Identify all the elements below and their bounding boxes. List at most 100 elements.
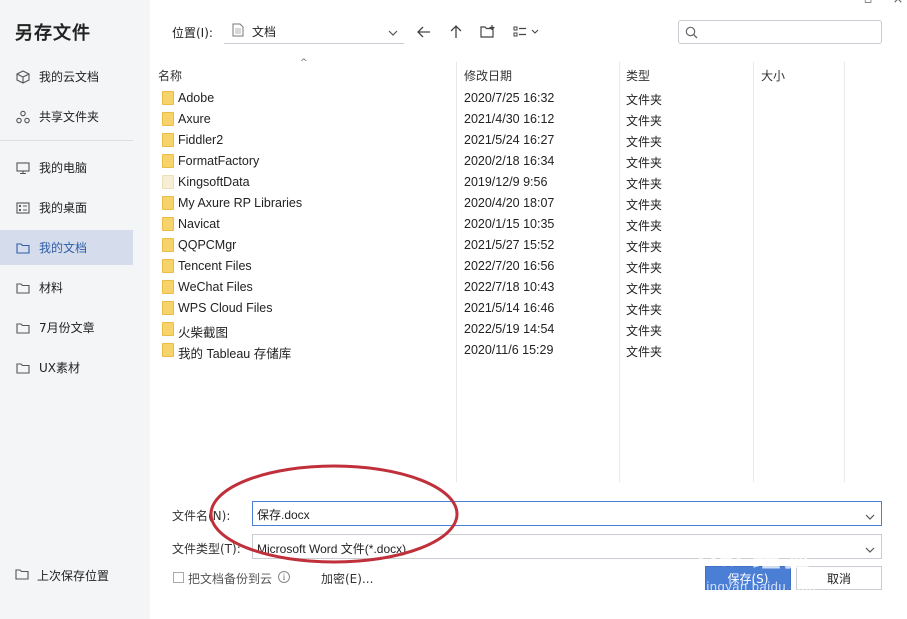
table-row[interactable]: FormatFactory 2020/2/18 16:34 文件夹 <box>158 150 838 171</box>
column-header-type[interactable]: 类型 <box>626 67 650 84</box>
backup-checkbox[interactable] <box>173 572 184 583</box>
sidebar-item-desktop[interactable]: 我的桌面 <box>0 190 133 225</box>
table-row[interactable]: Axure 2021/4/30 16:12 文件夹 <box>158 108 838 129</box>
sidebar-item-label: 我的电脑 <box>39 161 88 175</box>
file-type: 文件夹 <box>626 261 663 275</box>
file-name: Navicat <box>178 217 220 231</box>
folder-icon <box>162 133 174 147</box>
column-header-size[interactable]: 大小 <box>761 67 785 84</box>
file-date: 2020/2/18 16:34 <box>464 154 555 168</box>
file-date: 2022/7/18 10:43 <box>464 280 555 294</box>
cube-icon <box>15 69 31 85</box>
file-list[interactable]: 名称 ^ 修改日期 类型 大小 Adobe 2020/7/25 16:32 文件夹 A… <box>150 58 845 482</box>
up-arrow-icon[interactable] <box>446 22 466 42</box>
table-row[interactable]: KingsoftData 2019/12/9 9:56 文件夹 <box>158 171 838 192</box>
sidebar-item-my-computer[interactable]: 我的电脑 <box>0 150 133 185</box>
table-row[interactable]: Fiddler2 2021/5/24 16:27 文件夹 <box>158 129 838 150</box>
sidebar-item-label: 材料 <box>39 281 64 295</box>
file-type: 文件夹 <box>626 219 663 233</box>
monitor-icon <box>15 160 31 176</box>
new-folder-icon[interactable] <box>478 22 498 42</box>
dialog-title: 另存文件 <box>15 23 91 44</box>
location-value: 文档 <box>252 25 277 39</box>
filetype-dropdown[interactable]: Microsoft Word 文件(*.docx) <box>252 534 882 559</box>
filename-label: 文件名(N): <box>172 509 231 523</box>
location-dropdown[interactable]: 文档 <box>224 20 404 44</box>
folder-icon <box>15 567 29 584</box>
table-row[interactable]: My Axure RP Libraries 2020/4/20 18:07 文件夹 <box>158 192 838 213</box>
view-options-icon[interactable] <box>512 22 544 42</box>
close-icon[interactable]: × <box>892 0 904 6</box>
folder-icon <box>15 360 31 376</box>
file-type: 文件夹 <box>626 345 663 359</box>
desktop-icon <box>15 200 31 216</box>
document-icon <box>232 23 244 40</box>
file-date: 2020/4/20 18:07 <box>464 196 555 210</box>
encrypt-link[interactable]: 加密(E)... <box>321 570 373 587</box>
sidebar-item-materials[interactable]: 材料 <box>0 270 133 305</box>
table-row[interactable]: WeChat Files 2022/7/18 10:43 文件夹 <box>158 276 838 297</box>
chevron-down-icon[interactable] <box>865 510 875 524</box>
minimize-icon[interactable]: ▫ <box>862 0 874 6</box>
folder-icon <box>162 91 174 105</box>
folder-icon <box>162 280 174 294</box>
file-type: 文件夹 <box>626 324 663 338</box>
file-type: 文件夹 <box>626 114 663 128</box>
search-box[interactable] <box>678 20 882 44</box>
backup-label: 把文档备份到云 <box>188 572 273 586</box>
folder-icon <box>15 320 31 336</box>
column-header-date[interactable]: 修改日期 <box>464 67 512 84</box>
file-type: 文件夹 <box>626 282 663 296</box>
folder-icon <box>15 240 31 256</box>
file-date: 2020/7/25 16:32 <box>464 91 555 105</box>
info-icon[interactable]: i <box>278 571 290 583</box>
file-date: 2019/12/9 9:56 <box>464 175 548 189</box>
file-name: 我的 Tableau 存储库 <box>178 347 292 361</box>
search-icon <box>685 26 698 39</box>
folder-icon <box>162 343 174 357</box>
divider <box>0 140 133 141</box>
last-save-location[interactable]: 上次保存位置 <box>15 567 109 584</box>
column-header-name[interactable]: 名称 <box>158 67 182 84</box>
sidebar-item-ux-assets[interactable]: UX素材 <box>0 350 133 385</box>
search-input[interactable] <box>703 23 875 41</box>
table-row[interactable]: WPS Cloud Files 2021/5/14 16:46 文件夹 <box>158 297 838 318</box>
folder-icon <box>162 259 174 273</box>
sidebar: 另存文件 我的云文档 共享文件夹 我的电脑 我的桌面 我的文档 材料 7月份文章… <box>0 0 150 619</box>
file-date: 2021/5/14 16:46 <box>464 301 555 315</box>
sidebar-item-label: UX素材 <box>39 361 81 375</box>
share-nodes-icon <box>15 109 31 125</box>
folder-icon <box>162 238 174 252</box>
table-row[interactable]: Tencent Files 2022/7/20 16:56 文件夹 <box>158 255 838 276</box>
file-name: QQPCMgr <box>178 238 237 252</box>
file-name: KingsoftData <box>178 175 250 189</box>
folder-icon <box>162 112 174 126</box>
file-type: 文件夹 <box>626 135 663 149</box>
table-row[interactable]: Navicat 2020/1/15 10:35 文件夹 <box>158 213 838 234</box>
sidebar-item-label: 我的桌面 <box>39 201 88 215</box>
file-name: Fiddler2 <box>178 133 224 147</box>
last-save-label: 上次保存位置 <box>37 569 110 583</box>
sidebar-item-my-documents[interactable]: 我的文档 <box>0 230 133 265</box>
sidebar-item-july-articles[interactable]: 7月份文章 <box>0 310 133 345</box>
chevron-down-icon <box>388 26 398 40</box>
sidebar-item-shared-folder[interactable]: 共享文件夹 <box>0 99 133 134</box>
save-button[interactable]: 保存(S) <box>705 566 791 590</box>
table-row[interactable]: QQPCMgr 2021/5/27 15:52 文件夹 <box>158 234 838 255</box>
back-arrow-icon[interactable] <box>414 22 434 42</box>
sort-ascending-icon: ^ <box>300 58 308 68</box>
table-row[interactable]: 我的 Tableau 存储库 2020/11/6 15:29 文件夹 <box>158 339 838 361</box>
file-date: 2020/1/15 10:35 <box>464 217 555 231</box>
filename-combobox[interactable] <box>252 501 882 526</box>
file-type: 文件夹 <box>626 93 663 107</box>
file-name: Tencent Files <box>178 259 252 273</box>
filename-input[interactable] <box>257 505 847 523</box>
file-name: WPS Cloud Files <box>178 301 273 315</box>
table-row[interactable]: 火柴截图 2022/5/19 14:54 文件夹 <box>158 318 838 340</box>
sidebar-item-cloud-docs[interactable]: 我的云文档 <box>0 59 133 94</box>
chevron-down-icon <box>865 543 875 557</box>
table-row[interactable]: Adobe 2020/7/25 16:32 文件夹 <box>158 87 838 108</box>
cancel-button[interactable]: 取消 <box>796 566 882 590</box>
file-date: 2020/11/6 15:29 <box>464 343 554 357</box>
column-divider <box>844 62 845 482</box>
